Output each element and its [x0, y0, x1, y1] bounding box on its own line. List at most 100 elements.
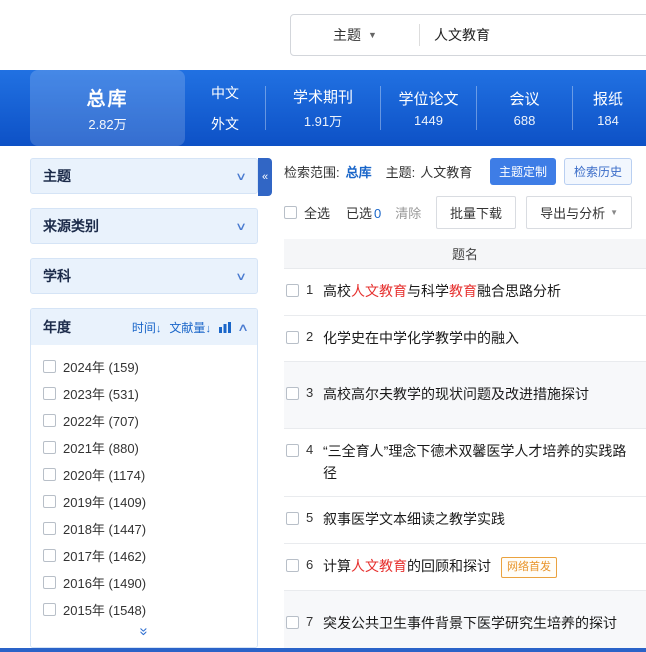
year-label: 2018年 (1447): [63, 519, 146, 538]
title-text: 化学史在中学化学教学中的融入: [323, 330, 519, 346]
result-title-link[interactable]: 高校人文教育与科学教育融合思路分析: [323, 281, 561, 303]
result-title-link[interactable]: 化学史在中学化学教学中的融入: [323, 328, 519, 350]
section-label: 主题: [43, 166, 71, 186]
bottom-accent-bar: [0, 648, 646, 652]
checkbox[interactable]: [43, 495, 56, 508]
select-all-label[interactable]: 全选: [304, 203, 330, 222]
year-label: 2023年 (531): [63, 384, 139, 403]
result-title-link[interactable]: “三全育人”理念下德术双馨医学人才培养的实践路径: [323, 441, 636, 484]
top-search-bar: 主题 ▼: [0, 0, 646, 70]
result-row: 3 高校高尔夫教学的现状问题及改进措施探讨: [284, 362, 646, 429]
checkbox[interactable]: [43, 441, 56, 454]
tab-total-database[interactable]: 总库 2.82万: [30, 70, 185, 146]
title-text: 的回顾和探讨: [407, 558, 491, 574]
checkbox[interactable]: [286, 387, 299, 400]
tab-label: 报纸: [593, 88, 623, 109]
result-row: 1高校人文教育与科学教育融合思路分析: [284, 269, 646, 316]
result-index: 3: [306, 385, 315, 400]
tab-foreign[interactable]: 外文: [211, 114, 239, 134]
filter-section-year: 年度 时间↓ 文献量↓ ∧ 2024年 (159) 2023年 (531) 2022…: [30, 308, 258, 648]
year-filter-item[interactable]: 2019年 (1409): [43, 488, 245, 515]
year-filter-item[interactable]: 2018年 (1447): [43, 515, 245, 542]
filter-section-discipline[interactable]: 学科 ∨: [30, 258, 258, 294]
database-nav: 总库 2.82万 中文 外文 学术期刊 1.91万 学位论文 1449 会议 6…: [0, 70, 646, 146]
tab-label: 会议: [509, 88, 539, 109]
chevron-up-icon: ∧: [237, 321, 249, 334]
tab-chinese[interactable]: 中文: [211, 83, 239, 103]
year-filter-item[interactable]: 2020年 (1174): [43, 461, 245, 488]
selected-count: 0: [374, 206, 381, 221]
sort-by-count[interactable]: 文献量↓: [169, 319, 211, 336]
result-row: 4 “三全育人”理念下德术双馨医学人才培养的实践路径: [284, 429, 646, 497]
scope-database[interactable]: 总库: [346, 162, 372, 181]
search-field-selector[interactable]: 主题 ▼: [291, 15, 419, 55]
filter-section-subject[interactable]: 主题 ∨: [30, 158, 258, 194]
checkbox[interactable]: [286, 284, 299, 297]
bar-chart-icon[interactable]: [219, 322, 231, 333]
checkbox[interactable]: [43, 387, 56, 400]
year-filter-item[interactable]: 2016年 (1490): [43, 569, 245, 596]
main-content: « 主题 ∨ 来源类别 ∨ 学科 ∨ 年度 时间↓ 文献量↓: [0, 146, 646, 652]
search-input[interactable]: [420, 27, 646, 43]
chevron-down-icon: ∨: [235, 170, 247, 183]
year-label: 2020年 (1174): [63, 465, 145, 484]
result-title-link[interactable]: 高校高尔夫教学的现状问题及改进措施探讨: [323, 384, 589, 406]
results-table-header: 题名: [284, 239, 646, 269]
tab-label: 总库: [86, 84, 128, 111]
year-label: 2017年 (1462): [63, 546, 146, 565]
year-section-header[interactable]: 年度 时间↓ 文献量↓ ∧: [31, 309, 257, 345]
result-index: 4: [306, 442, 315, 457]
result-row: 5叙事医学文本细读之教学实践: [284, 497, 646, 544]
tab-newspapers[interactable]: 报纸 184: [573, 70, 643, 146]
tab-conferences[interactable]: 会议 688: [477, 70, 572, 146]
sort-desc-icon: ↓: [156, 323, 162, 335]
checkbox[interactable]: [43, 414, 56, 427]
checkbox[interactable]: [43, 360, 56, 373]
tab-count: 2.82万: [88, 114, 126, 133]
checkbox[interactable]: [43, 522, 56, 535]
year-filter-item[interactable]: 2017年 (1462): [43, 542, 245, 569]
year-label: 2016年 (1490): [63, 573, 146, 592]
sidebar-collapse-button[interactable]: «: [258, 158, 272, 196]
select-all-checkbox[interactable]: [284, 206, 297, 219]
title-column-header: 题名: [452, 244, 478, 263]
tab-academic-journals[interactable]: 学术期刊 1.91万: [266, 70, 380, 146]
export-analyze-button[interactable]: 导出与分析▼: [526, 196, 632, 229]
expand-more-button[interactable]: »: [31, 623, 257, 647]
checkbox[interactable]: [286, 331, 299, 344]
checkbox[interactable]: [43, 603, 56, 616]
year-filter-item[interactable]: 2024年 (159): [43, 353, 245, 380]
tab-degree-theses[interactable]: 学位论文 1449: [381, 70, 476, 146]
title-text: 突发公共卫生事件背景下医学研究生培养的探讨: [323, 615, 617, 631]
results-panel: 检索范围: 总库 主题: 人文教育 主题定制 检索历史 全选 已选0 清除 批量…: [284, 158, 646, 652]
chevron-down-icon: ∨: [235, 220, 247, 233]
batch-download-button[interactable]: 批量下载: [436, 196, 516, 229]
checkbox[interactable]: [43, 468, 56, 481]
results-toolbar: 全选 已选0 清除 批量下载 导出与分析▼: [284, 196, 646, 229]
year-filter-item[interactable]: 2023年 (531): [43, 380, 245, 407]
sort-by-time[interactable]: 时间↓: [132, 319, 162, 336]
title-text: 高校高尔夫教学的现状问题及改进措施探讨: [323, 386, 589, 402]
year-filter-item[interactable]: 2021年 (880): [43, 434, 245, 461]
checkbox[interactable]: [43, 576, 56, 589]
checkbox[interactable]: [286, 444, 299, 457]
year-filter-item[interactable]: 2022年 (707): [43, 407, 245, 434]
year-label: 2019年 (1409): [63, 492, 146, 511]
checkbox[interactable]: [43, 549, 56, 562]
year-filter-item[interactable]: 2015年 (1548): [43, 596, 245, 623]
clear-selection-button[interactable]: 清除: [395, 203, 421, 222]
toolbar-actions: 批量下载 导出与分析▼: [426, 196, 632, 229]
tab-count: 1.91万: [304, 111, 342, 130]
checkbox[interactable]: [286, 559, 299, 572]
topic-customize-button[interactable]: 主题定制: [490, 158, 556, 185]
search-history-button[interactable]: 检索历史: [564, 158, 632, 185]
highlighted-term: 教育: [449, 283, 477, 299]
result-title-link[interactable]: 突发公共卫生事件背景下医学研究生培养的探讨: [323, 613, 617, 635]
filter-section-source-type[interactable]: 来源类别 ∨: [30, 208, 258, 244]
result-title-link[interactable]: 叙事医学文本细读之教学实践: [323, 509, 505, 531]
title-text: 高校: [323, 283, 351, 299]
checkbox[interactable]: [286, 512, 299, 525]
checkbox[interactable]: [286, 616, 299, 629]
result-title-link[interactable]: 计算人文教育的回顾和探讨网络首发: [323, 556, 557, 578]
section-label: 年度: [43, 317, 71, 337]
